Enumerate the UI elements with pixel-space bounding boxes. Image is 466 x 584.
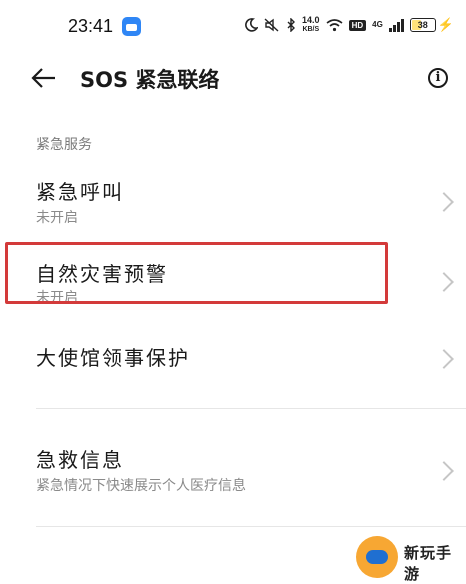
watermark-logo <box>356 536 398 578</box>
item-subtitle: 紧急情况下快速展示个人医疗信息 <box>36 478 246 494</box>
chevron-right-icon <box>434 349 454 369</box>
item-title: 大使馆领事保护 <box>36 346 190 370</box>
page-title: SOS 紧急联络 <box>80 68 220 92</box>
list-item-first-aid-info[interactable]: 急救信息 紧急情况下快速展示个人医疗信息 <box>0 438 466 508</box>
battery-icon: 38 <box>409 18 436 32</box>
status-time: 23:41 <box>68 16 114 36</box>
moon-icon <box>245 18 259 32</box>
section-label: 紧急服务 <box>36 137 92 153</box>
mute-icon <box>264 18 279 32</box>
status-bar: 23:41 14.0 KB/S HD 4G 38 ⚡ <box>0 0 466 52</box>
divider <box>36 408 466 409</box>
status-icons: 14.0 KB/S HD 4G 38 ⚡ <box>245 16 454 34</box>
notification-app-icon <box>122 17 141 36</box>
bluetooth-icon <box>287 18 296 32</box>
item-title: 紧急呼叫 <box>36 180 124 204</box>
info-icon[interactable] <box>428 68 448 88</box>
item-title: 急救信息 <box>36 448 124 472</box>
charging-icon: ⚡ <box>437 17 454 32</box>
signal-icon <box>388 18 404 32</box>
highlight-box <box>5 242 388 304</box>
divider <box>36 526 466 527</box>
battery-level: 38 <box>417 20 428 30</box>
item-subtitle: 未开启 <box>36 210 78 226</box>
list-item-embassy-protection[interactable]: 大使馆领事保护 <box>0 336 466 386</box>
network-type: 4G <box>372 20 383 29</box>
hd-badge: HD <box>348 19 367 31</box>
wifi-icon <box>326 19 343 32</box>
chevron-right-icon <box>434 272 454 292</box>
watermark: 新玩手游 <box>352 530 464 583</box>
header: SOS 紧急联络 <box>0 52 466 104</box>
speed-unit: KB/S <box>302 26 320 33</box>
chevron-right-icon <box>434 461 454 481</box>
chevron-right-icon <box>434 192 454 212</box>
speed-value: 14.0 <box>302 15 320 25</box>
network-speed: 14.0 KB/S <box>302 16 320 34</box>
watermark-text: 新玩手游 <box>404 544 453 583</box>
back-arrow-icon[interactable] <box>30 64 58 92</box>
list-item-emergency-call[interactable]: 紧急呼叫 未开启 <box>0 170 466 240</box>
